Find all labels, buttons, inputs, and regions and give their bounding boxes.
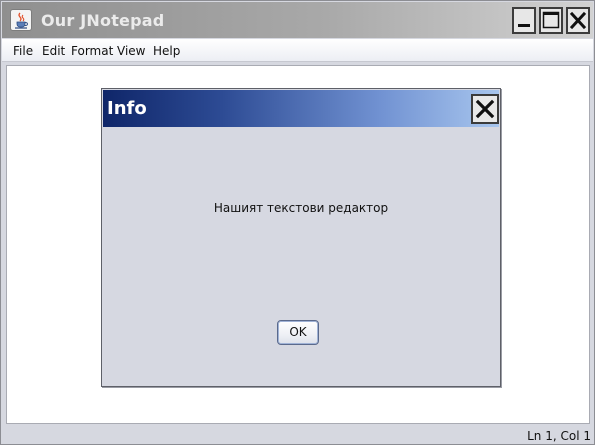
maximize-button[interactable]	[539, 7, 563, 34]
status-bar: Ln 1, Col 1	[2, 425, 593, 444]
app-window: Our JNotepad File Edit Format View Help …	[0, 0, 595, 445]
dialog-title: Info	[107, 98, 147, 119]
dialog-close-button[interactable]	[471, 94, 499, 124]
menu-file[interactable]: File	[13, 44, 33, 58]
maximize-icon	[542, 11, 560, 29]
menu-bar: File Edit Format View Help	[2, 39, 593, 62]
minimize-button[interactable]	[512, 7, 536, 34]
close-icon	[475, 99, 495, 119]
java-cup-icon	[10, 9, 32, 31]
dialog-message: Нашият текстови редактор	[213, 201, 389, 215]
close-icon	[569, 11, 587, 30]
info-dialog: Info Нашият текстови редактор OK	[101, 88, 501, 387]
minimize-icon	[518, 24, 530, 27]
menu-edit[interactable]: Edit	[42, 44, 65, 58]
window-titlebar[interactable]: Our JNotepad	[2, 2, 593, 38]
window-title: Our JNotepad	[41, 11, 165, 30]
dialog-titlebar[interactable]: Info	[103, 90, 499, 127]
menu-help[interactable]: Help	[153, 44, 180, 58]
ok-button[interactable]: OK	[277, 320, 319, 345]
menu-view[interactable]: View	[117, 44, 145, 58]
cursor-position: Ln 1, Col 1	[527, 429, 591, 443]
menu-format[interactable]: Format	[71, 44, 113, 58]
close-button[interactable]	[566, 7, 590, 34]
